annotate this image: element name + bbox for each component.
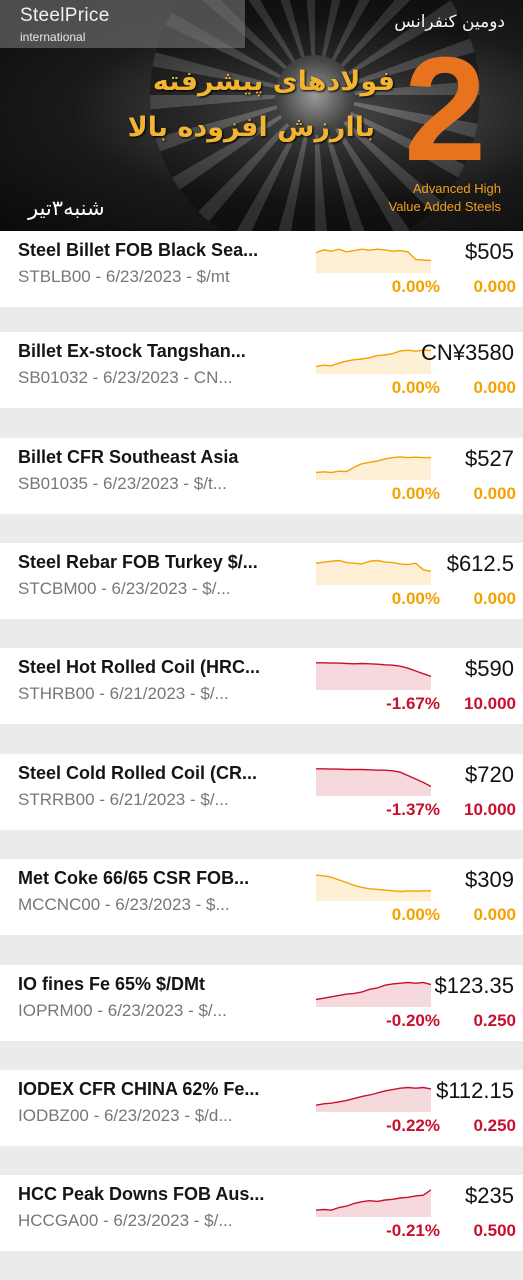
- item-price: $612.5: [446, 551, 514, 576]
- price-row[interactable]: HCC Peak Downs FOB Aus... HCCGA00 - 6/23/…: [0, 1175, 523, 1251]
- item-code-date-unit: IODBZ00 - 6/23/2023 - $/d...: [18, 1106, 233, 1125]
- item-name: Steel Hot Rolled Coil (HRC...: [18, 657, 261, 677]
- absolute-change: 0.000: [473, 589, 516, 608]
- sparkline-area: [316, 249, 431, 273]
- item-code-date-unit: HCCGA00 - 6/23/2023 - $/...: [18, 1211, 233, 1230]
- item-price: $527: [465, 446, 514, 471]
- sparkline-chart: [316, 456, 431, 480]
- item-price: $123.35: [434, 973, 514, 998]
- price-row[interactable]: IO fines Fe 65% $/DMt IOPRM00 - 6/23/2023…: [0, 965, 523, 1041]
- percent-change: -1.37%: [386, 800, 440, 819]
- item-name: Met Coke 66/65 CSR FOB...: [18, 868, 250, 888]
- price-row[interactable]: Steel Hot Rolled Coil (HRC... STHRB00 - 6…: [0, 648, 523, 724]
- price-row[interactable]: Billet CFR Southeast Asia SB01035 - 6/23/…: [0, 438, 523, 514]
- sparkline-area: [316, 1087, 431, 1112]
- percent-change: -0.20%: [386, 1011, 440, 1030]
- sparkline-chart: [316, 559, 431, 585]
- item-price: $112.15: [436, 1078, 514, 1103]
- item-name: HCC Peak Downs FOB Aus...: [18, 1184, 265, 1204]
- price-row[interactable]: Steel Rebar FOB Turkey $/... STCBM00 - 6/…: [0, 543, 523, 619]
- percent-change: 0.00%: [391, 378, 440, 397]
- percent-change: 0.00%: [391, 905, 440, 924]
- english-subtitle-line-2: Value Added Steels: [388, 199, 501, 214]
- item-price: $590: [465, 656, 514, 681]
- percent-change: 0.00%: [391, 484, 440, 503]
- item-price: $309: [465, 867, 514, 892]
- absolute-change: 10.000: [464, 694, 516, 713]
- sparkline-chart: [316, 662, 431, 690]
- price-row[interactable]: Steel Billet FOB Black Sea... STBLB00 - 6…: [0, 231, 523, 307]
- item-code-date-unit: STCBM00 - 6/23/2023 - $/...: [18, 579, 231, 598]
- item-code-date-unit: MCCNC00 - 6/23/2023 - $...: [18, 895, 230, 914]
- item-name: Billet Ex-stock Tangshan...: [18, 341, 246, 361]
- item-code-date-unit: SB01032 - 6/23/2023 - CN...: [18, 368, 233, 387]
- sparkline-chart: [316, 1189, 431, 1217]
- absolute-change: 10.000: [464, 800, 516, 819]
- edition-number: 2: [404, 27, 487, 192]
- absolute-change: 0.000: [473, 277, 516, 296]
- absolute-change: 0.000: [473, 484, 516, 503]
- item-code-date-unit: STRRB00 - 6/21/2023 - $/...: [18, 790, 229, 809]
- item-price: $505: [465, 239, 514, 264]
- sparkline-area: [316, 1189, 431, 1217]
- banner: SteelPrice international دومین کنفرانس 2…: [0, 0, 523, 232]
- persian-date: شنبه۳تیر: [28, 196, 105, 220]
- sparkline-chart: [316, 874, 431, 901]
- item-code-date-unit: IOPRM00 - 6/23/2023 - $/...: [18, 1001, 227, 1020]
- absolute-change: 0.250: [473, 1116, 516, 1135]
- item-price: $720: [465, 762, 514, 787]
- sparkline-chart: [316, 1086, 431, 1112]
- sparkline-area: [316, 456, 431, 480]
- logo-subtitle: international: [20, 30, 86, 44]
- sparkline-area: [316, 768, 431, 796]
- absolute-change: 0.250: [473, 1011, 516, 1030]
- sparkline-chart: [316, 768, 431, 796]
- logo-name: SteelPrice: [20, 5, 110, 26]
- price-row[interactable]: IODEX CFR CHINA 62% Fe... IODBZ00 - 6/23/…: [0, 1070, 523, 1146]
- headline-line-2: باارزش افزوده بالا: [127, 112, 375, 143]
- item-name: IO fines Fe 65% $/DMt: [18, 974, 206, 994]
- percent-change: -1.67%: [386, 694, 440, 713]
- sparkline-chart: [316, 981, 431, 1007]
- sparkline-chart: [316, 349, 431, 374]
- sparkline-area: [316, 662, 431, 690]
- item-price: CN¥3580: [421, 340, 514, 365]
- item-name: IODEX CFR CHINA 62% Fe...: [18, 1079, 260, 1099]
- absolute-change: 0.000: [473, 905, 516, 924]
- absolute-change: 0.000: [473, 378, 516, 397]
- item-name: Billet CFR Southeast Asia: [18, 447, 239, 467]
- item-name: Steel Billet FOB Black Sea...: [18, 240, 259, 260]
- price-row[interactable]: Met Coke 66/65 CSR FOB... MCCNC00 - 6/23/…: [0, 859, 523, 935]
- sparkline-chart: [316, 248, 431, 273]
- item-code-date-unit: STHRB00 - 6/21/2023 - $/...: [18, 684, 229, 703]
- price-row[interactable]: Billet Ex-stock Tangshan... SB01032 - 6/2…: [0, 332, 523, 408]
- percent-change: -0.21%: [386, 1221, 440, 1240]
- item-price: $235: [465, 1183, 514, 1208]
- english-subtitle-line-1: Advanced High: [412, 181, 501, 196]
- item-name: Steel Cold Rolled Coil (CR...: [18, 763, 258, 783]
- item-code-date-unit: STBLB00 - 6/23/2023 - $/mt: [18, 267, 230, 286]
- headline-line-1: فولادهای پیشرفته: [152, 66, 395, 97]
- percent-change: -0.22%: [386, 1116, 440, 1135]
- item-name: Steel Rebar FOB Turkey $/...: [18, 552, 258, 572]
- sparkline-area: [316, 875, 431, 901]
- sparkline-area: [316, 982, 431, 1007]
- percent-change: 0.00%: [391, 277, 440, 296]
- item-code-date-unit: SB01035 - 6/23/2023 - $/t...: [18, 474, 227, 493]
- percent-change: 0.00%: [391, 589, 440, 608]
- price-row[interactable]: Steel Cold Rolled Coil (CR... STRRB00 - 6…: [0, 754, 523, 830]
- absolute-change: 0.500: [473, 1221, 516, 1240]
- sparkline-area: [316, 350, 431, 374]
